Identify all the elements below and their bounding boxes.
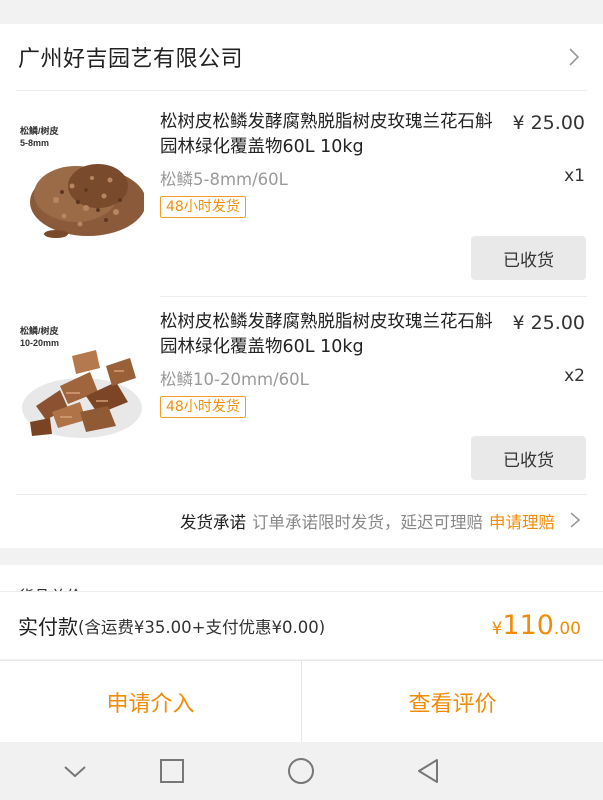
circle-icon[interactable] (286, 756, 316, 786)
amount-integer: 110 (502, 610, 554, 641)
chevron-down-icon[interactable] (60, 756, 90, 786)
product-quantity: x1 (564, 166, 585, 186)
apply-intervention-button[interactable]: 申请介入 (0, 661, 301, 742)
thumbnail-size-label: 5-8mm (20, 138, 50, 148)
amount-decimal: .00 (553, 619, 581, 639)
shipping-promise-description: 订单承诺限时发货，延迟可理赔 (252, 513, 483, 532)
shipping-badge: 48小时发货 (160, 196, 246, 218)
shop-name[interactable]: 广州好吉园艺有限公司 (18, 41, 243, 73)
divider (16, 90, 587, 91)
order-card: 广州好吉园艺有限公司 松鳞/树皮 5-8mm 松树皮松鳞发酵腐熟脱脂树皮玫瑰兰花… (0, 24, 603, 548)
thumbnail-size-label: 10-20mm (20, 338, 60, 348)
order-item[interactable]: 松鳞/树皮 10-20mm 松树皮松鳞发酵腐熟脱脂树皮玫瑰兰花石斛园林绿化覆盖物… (0, 296, 603, 492)
currency-symbol: ¥ (491, 619, 503, 639)
paid-amount-total: ¥110.00 (492, 610, 581, 641)
product-price: ¥ 25.00 (512, 112, 585, 134)
view-review-button[interactable]: 查看评价 (301, 661, 603, 742)
order-item[interactable]: 松鳞/树皮 5-8mm 松树皮松鳞发酵腐熟脱脂树皮玫瑰兰花石斛园林绿化覆盖物60… (0, 96, 603, 292)
product-spec: 松鳞5-8mm/60L (160, 170, 288, 189)
paid-amount-label: 实付款 (18, 615, 78, 639)
payment-summary: 实付款 (含运费¥35.00+支付优惠¥0.00) ¥110.00 (0, 591, 603, 659)
square-icon[interactable] (157, 756, 187, 786)
action-bar: 申请介入 查看评价 (0, 660, 603, 742)
shipping-promise-label: 发货承诺 (180, 513, 246, 532)
apply-compensation-link[interactable]: 申请理赔 (489, 509, 555, 533)
product-price: ¥ 25.00 (512, 312, 585, 334)
product-title[interactable]: 松树皮松鳞发酵腐熟脱脂树皮玫瑰兰花石斛园林绿化覆盖物60L 10kg (160, 310, 500, 360)
chevron-right-icon[interactable] (563, 46, 585, 68)
thumbnail-label: 松鳞/树皮 (20, 126, 59, 136)
product-thumbnail[interactable]: 松鳞/树皮 10-20mm (16, 316, 144, 444)
chevron-right-icon[interactable] (565, 510, 585, 530)
thumbnail-label: 松鳞/树皮 (20, 326, 59, 336)
product-spec: 松鳞10-20mm/60L (160, 370, 309, 389)
shipping-promise-row[interactable]: 发货承诺 订单承诺限时发货，延迟可理赔 申请理赔 (0, 494, 603, 548)
paid-amount-detail: (含运费¥35.00+支付优惠¥0.00) (78, 617, 326, 637)
product-title[interactable]: 松树皮松鳞发酵腐熟脱脂树皮玫瑰兰花石斛园林绿化覆盖物60L 10kg (160, 110, 500, 160)
received-button[interactable]: 已收货 (471, 436, 586, 480)
product-thumbnail[interactable]: 松鳞/树皮 5-8mm (16, 116, 144, 244)
triangle-back-icon[interactable] (413, 756, 443, 786)
shipping-badge: 48小时发货 (160, 396, 246, 418)
received-button[interactable]: 已收货 (471, 236, 586, 280)
product-quantity: x2 (564, 366, 585, 386)
shop-header[interactable]: 广州好吉园艺有限公司 (0, 24, 603, 90)
system-navigation-bar (0, 742, 603, 800)
